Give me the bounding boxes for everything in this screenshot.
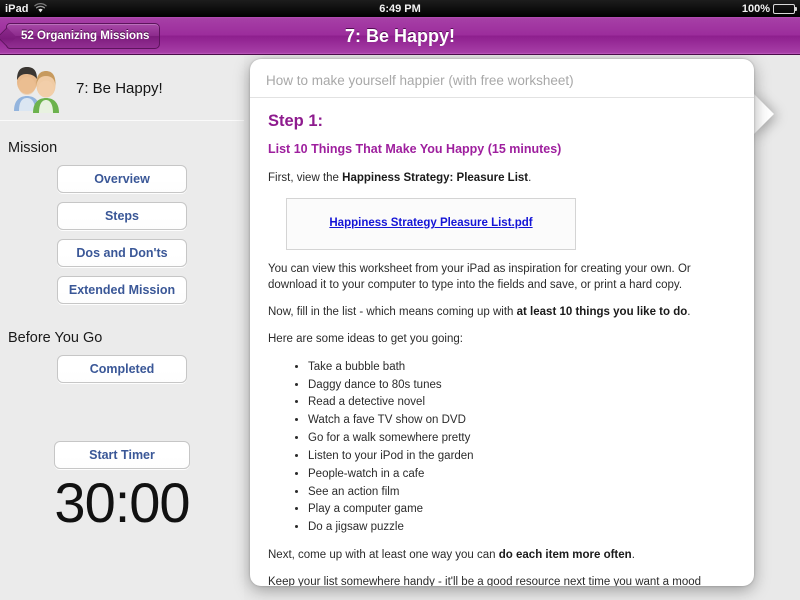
sidebar-item-completed[interactable]: Completed (57, 355, 187, 383)
section-label-before-you-go: Before You Go (8, 330, 103, 346)
sidebar-button-row: Completed (0, 355, 244, 383)
intro-bold: Happiness Strategy: Pleasure List (342, 172, 529, 185)
list-item: Do a jigsaw puzzle (308, 519, 736, 535)
sidebar-button-row: Dos and Don'ts (0, 239, 244, 267)
ideas-list: Take a bubble bath Daggy dance to 80s tu… (268, 359, 736, 536)
sidebar-button-row: Steps (0, 202, 244, 230)
popover-title: How to make yourself happier (with free … (250, 59, 754, 98)
list-item: Go for a walk somewhere pretty (308, 430, 736, 446)
sidebar-item-steps[interactable]: Steps (57, 202, 187, 230)
sidebar-mission-title: 7: Be Happy! (76, 79, 163, 97)
keep-list-paragraph: Keep your list somewhere handy - it'll b… (268, 575, 702, 586)
next-bold: do each item more often (498, 548, 632, 561)
popover-body: Step 1: List 10 Things That Make You Hap… (250, 98, 754, 586)
sidebar-header: 7: Be Happy! (0, 56, 244, 121)
timer-display: 30:00 (54, 471, 190, 534)
battery-percent: 100% (741, 2, 770, 15)
pdf-attachment-box: Happiness Strategy Pleasure List.pdf (286, 197, 576, 250)
fill-in-list-paragraph: Now, fill in the list - which means comi… (268, 304, 736, 320)
status-bar: iPad 6:49 PM 100% (0, 0, 800, 17)
fill-suffix: . (687, 306, 691, 319)
step1-heading: Step 1: (268, 112, 324, 130)
list-item: Daggy dance to 80s tunes (308, 377, 736, 393)
list-item: Listen to your iPod in the garden (308, 448, 736, 464)
section-label-mission: Mission (8, 140, 58, 156)
back-button[interactable]: 52 Organizing Missions (6, 23, 161, 49)
sidebar-button-row: Overview (0, 165, 244, 193)
sidebar-item-extended-mission[interactable]: Extended Mission (57, 276, 187, 304)
worksheet-view-paragraph: You can view this worksheet from your iP… (268, 262, 691, 291)
sidebar-button-row: Extended Mission (0, 276, 244, 304)
popover-arrow (752, 92, 774, 136)
list-item: Watch a fave TV show on DVD (308, 412, 736, 428)
fill-bold: at least 10 things you like to do (516, 306, 688, 319)
fill-prefix: Now, fill in the list - which means comi… (268, 306, 517, 319)
intro-prefix: First, view the (268, 172, 343, 185)
content-popover: How to make yourself happier (with free … (250, 59, 754, 586)
list-item: People-watch in a cafe (308, 466, 736, 482)
battery-full-icon (773, 3, 798, 14)
list-item: Play a computer game (308, 501, 736, 517)
step1-intro-paragraph: First, view the Happiness Strategy: Plea… (268, 170, 736, 186)
navigation-bar: 52 Organizing Missions 7: Be Happy! (0, 17, 800, 55)
sidebar-item-dos-and-donts[interactable]: Dos and Don'ts (57, 239, 187, 267)
do-more-often-paragraph: Next, come up with at least one way you … (268, 547, 736, 563)
intro-suffix: . (528, 172, 532, 185)
sidebar: 7: Be Happy! Mission Overview Steps Dos … (0, 56, 244, 600)
pdf-download-link[interactable]: Happiness Strategy Pleasure List.pdf (329, 215, 532, 231)
status-bar-clock: 6:49 PM (379, 2, 421, 15)
status-bar-left: iPad (5, 0, 47, 18)
next-prefix: Next, come up with at least one way you … (268, 548, 499, 561)
ideas-lead-in: Here are some ideas to get you going: (268, 333, 463, 346)
start-timer-row: Start Timer (0, 441, 244, 469)
next-suffix: . (631, 548, 635, 561)
device-name: iPad (5, 2, 29, 15)
wifi-icon (33, 0, 47, 18)
sidebar-item-overview[interactable]: Overview (57, 165, 187, 193)
start-timer-button[interactable]: Start Timer (54, 441, 190, 469)
list-item: Take a bubble bath (308, 359, 736, 375)
step1-subheading: List 10 Things That Make You Happy (15 m… (268, 142, 562, 157)
list-item: See an action film (308, 484, 736, 500)
list-item: Read a detective novel (308, 394, 736, 410)
two-people-avatar-icon (8, 62, 66, 114)
ipad-screen: iPad 6:49 PM 100% 52 Organizing Missions… (0, 0, 800, 600)
status-bar-right: 100% (741, 2, 798, 15)
